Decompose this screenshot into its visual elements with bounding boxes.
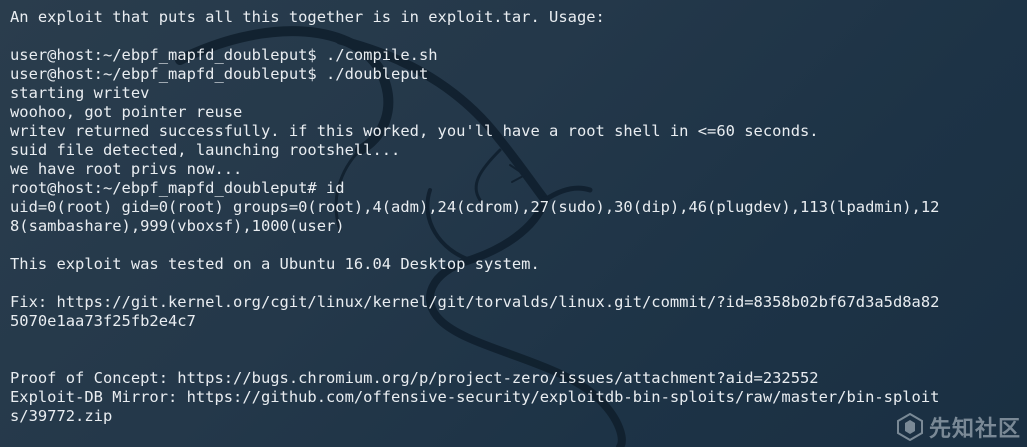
watermark-text: 先知社区 bbox=[928, 417, 1021, 442]
terminal-line: we have root privs now... bbox=[10, 160, 243, 178]
terminal-line: root@host:~/ebpf_mapfd_doubleput# id bbox=[10, 179, 345, 197]
terminal-line: suid file detected, launching rootshell.… bbox=[10, 141, 401, 159]
terminal-output[interactable]: An exploit that puts all this together i… bbox=[10, 8, 1020, 426]
terminal-line: woohoo, got pointer reuse bbox=[10, 103, 243, 121]
terminal-line: Fix: https://git.kernel.org/cgit/linux/k… bbox=[10, 293, 940, 311]
terminal-line: Proof of Concept: https://bugs.chromium.… bbox=[10, 369, 819, 387]
terminal-line: starting writev bbox=[10, 84, 150, 102]
terminal-line: uid=0(root) gid=0(root) groups=0(root),4… bbox=[10, 198, 940, 216]
terminal-line: user@host:~/ebpf_mapfd_doubleput$ ./comp… bbox=[10, 46, 438, 64]
terminal-line: writev returned successfully. if this wo… bbox=[10, 122, 819, 140]
terminal-line: s/39772.zip bbox=[10, 407, 113, 425]
terminal-line: An exploit that puts all this together i… bbox=[10, 8, 605, 26]
terminal-window[interactable]: An exploit that puts all this together i… bbox=[0, 0, 1027, 447]
terminal-line: Exploit-DB Mirror: https://github.com/of… bbox=[10, 388, 940, 406]
watermark: 先知社区 bbox=[896, 411, 1021, 443]
terminal-line: user@host:~/ebpf_mapfd_doubleput$ ./doub… bbox=[10, 65, 429, 83]
terminal-line: 8(sambashare),999(vboxsf),1000(user) bbox=[10, 217, 345, 235]
xianzhi-logo-icon bbox=[896, 413, 923, 441]
terminal-line: This exploit was tested on a Ubuntu 16.0… bbox=[10, 255, 540, 273]
terminal-line: 5070e1aa73f25fb2e4c7 bbox=[10, 312, 196, 330]
